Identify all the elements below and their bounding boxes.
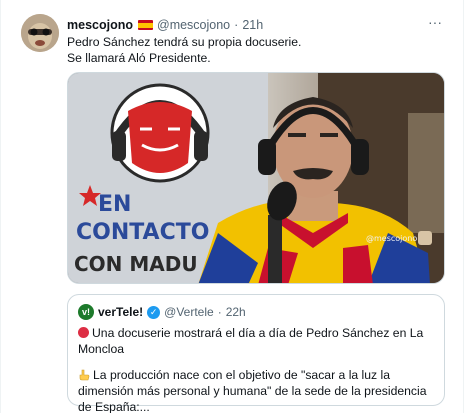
quoted-author-name[interactable]: verTele! (98, 305, 143, 319)
pointing-hand-icon (79, 369, 90, 381)
author-name[interactable]: mescojono (67, 18, 133, 32)
sign-text: CONTACTO (76, 220, 209, 245)
tweet-text: Pedro Sánchez tendrá su propia docuserie… (67, 34, 449, 66)
more-icon[interactable]: ··· (425, 14, 445, 34)
tweet[interactable]: mescojono @mescojono · 21h ··· Pedro Sán… (0, 0, 464, 413)
tweet-text-line: Se llamará Aló Presidente. (67, 51, 211, 65)
tweet-image[interactable]: EN CONTACTO CON MADU @mescojono (67, 72, 445, 284)
author-handle[interactable]: @mescojono (157, 18, 230, 32)
separator-dot: · (217, 305, 222, 319)
sign-text: CON MADU (74, 252, 198, 276)
quoted-tweet-text: Una docuserie mostrará el día a día de P… (78, 325, 434, 413)
quoted-author-avatar[interactable]: v! (78, 304, 94, 320)
tweet-timestamp[interactable]: 21h (242, 18, 263, 32)
quoted-tweet[interactable]: v! verTele! ✓ @Vertele · 22h Una docuser… (67, 294, 445, 413)
watermark-avatar (418, 231, 432, 245)
tweet-header: mescojono @mescojono · 21h ··· (67, 14, 449, 34)
quoted-paragraph-text: La producción nace con el objetivo de "s… (78, 368, 427, 413)
quoted-paragraph: La producción nace con el objetivo de "s… (78, 367, 434, 413)
quoted-tweet-header: v! verTele! ✓ @Vertele · 22h (78, 303, 434, 321)
sign-text: EN (98, 192, 131, 217)
quoted-timestamp[interactable]: 22h (226, 305, 246, 319)
author-avatar[interactable] (21, 14, 59, 52)
quoted-author-handle[interactable]: @Vertele (164, 305, 214, 319)
separator-dot: · (234, 18, 239, 32)
image-watermark: @mescojono (366, 234, 417, 243)
quoted-paragraph-text: Una docuserie mostrará el día a día de P… (78, 326, 424, 356)
tweet-text-line: Pedro Sánchez tendrá su propia docuserie… (67, 35, 302, 49)
verified-icon: ✓ (147, 305, 161, 319)
quoted-paragraph: Una docuserie mostrará el día a día de P… (78, 325, 434, 357)
spain-flag-icon (138, 20, 153, 30)
red-circle-icon (78, 327, 89, 338)
